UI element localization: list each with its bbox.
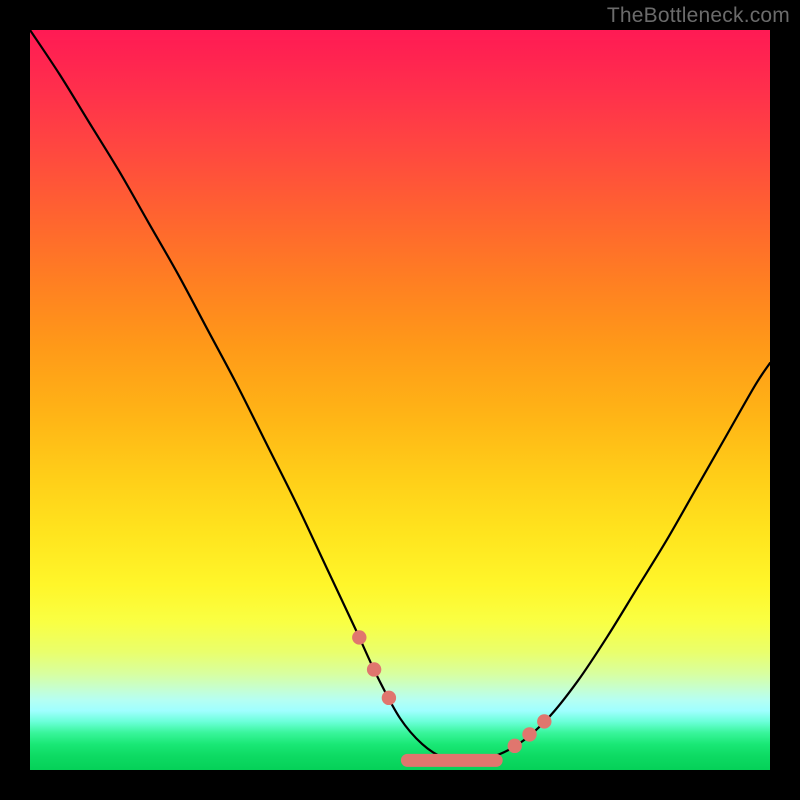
curve-marker bbox=[522, 727, 536, 741]
plot-area bbox=[30, 30, 770, 770]
watermark-text: TheBottleneck.com bbox=[607, 4, 790, 28]
curve-marker bbox=[352, 630, 366, 644]
curve-marker bbox=[382, 691, 396, 705]
curve-layer bbox=[30, 30, 770, 770]
curve-marker bbox=[537, 714, 551, 728]
curve-marker bbox=[508, 739, 522, 753]
bottleneck-curve bbox=[30, 30, 770, 761]
right-marker-cluster bbox=[508, 714, 552, 753]
curve-marker bbox=[367, 662, 381, 676]
chart-frame: TheBottleneck.com bbox=[0, 0, 800, 800]
left-marker-cluster bbox=[352, 630, 396, 705]
